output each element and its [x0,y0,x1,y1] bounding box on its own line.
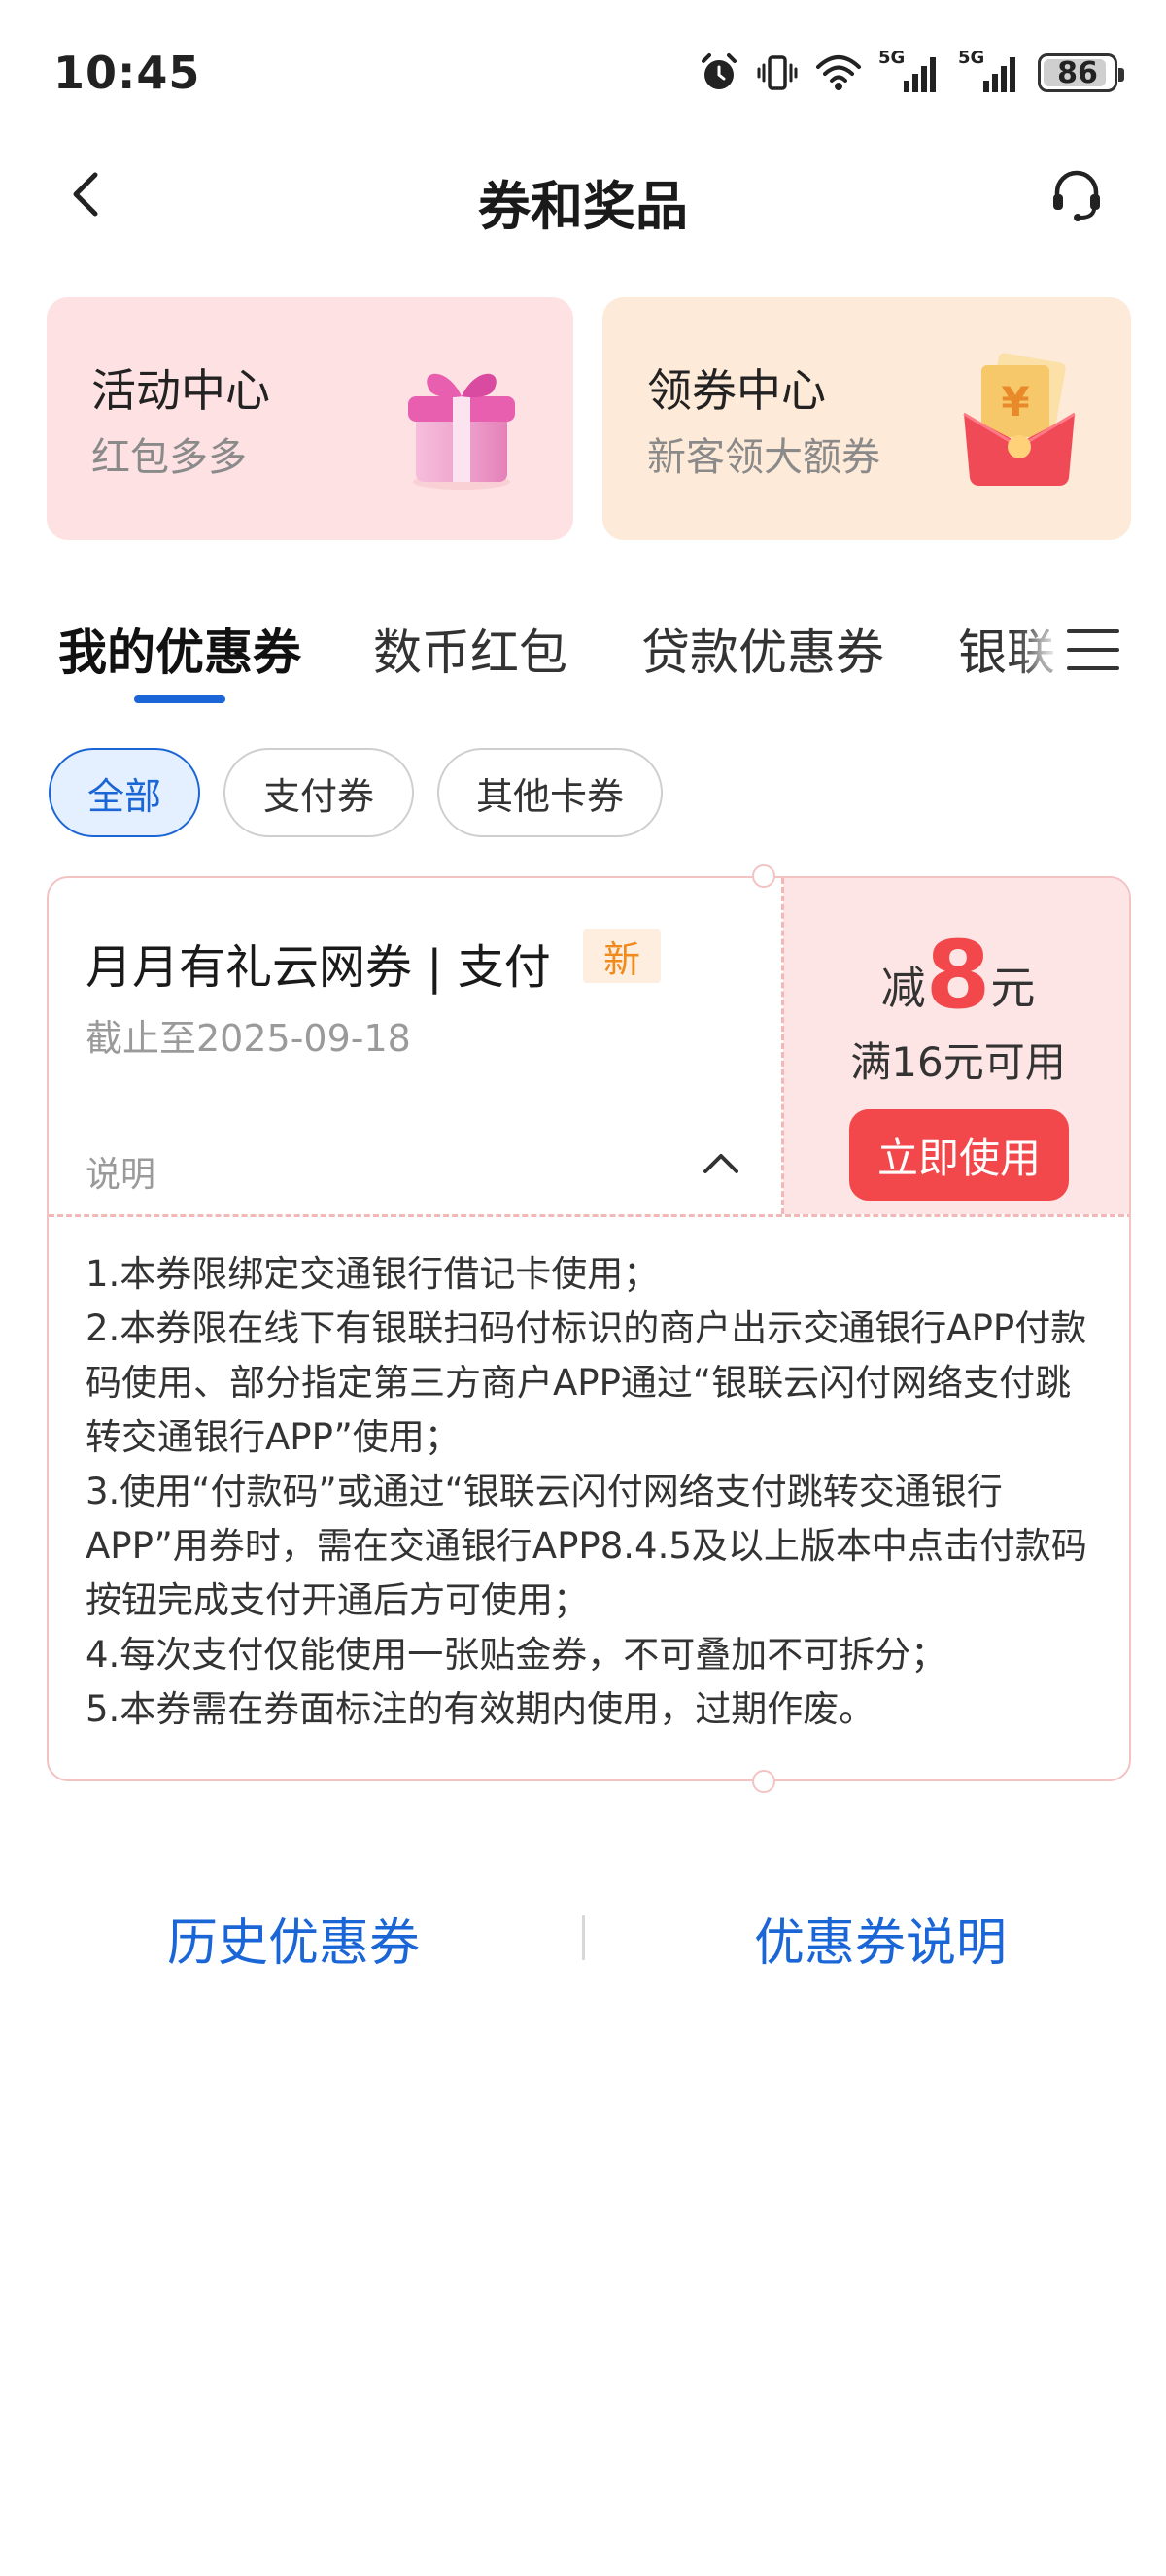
coupon-expiry: 截止至2025-09-18 [86,1017,411,1060]
active-tab-indicator [134,695,225,703]
status-bar: 10:45 5G 5G 86 [0,0,1166,146]
battery-icon: 86 [1038,53,1124,92]
amount-value: 8 [925,921,991,1030]
coupon-name: 月月有礼云网券 | 支付 [86,940,551,995]
coupon-condition: 满16元可用 [850,1038,1066,1086]
filter-payment-coupons[interactable]: 支付券 [223,748,414,837]
signal-icon: 5G [958,48,1022,94]
entry-title: 活动中心 [91,364,270,417]
new-badge: 新 [583,929,661,983]
coupon-tabs: 我的优惠券 数币红包 贷款优惠券 银联 [0,593,1166,709]
entry-subtitle: 红包多多 [91,435,247,480]
tab-unionpay[interactable]: 银联 [958,614,1055,684]
svg-text:¥: ¥ [1001,378,1029,425]
activity-center-card[interactable]: 活动中心 红包多多 [47,297,573,540]
tab-loan-coupons[interactable]: 贷款优惠券 [641,614,884,684]
gift-box-icon [408,373,515,490]
rule-item: 4.每次支付仅能使用一张贴金券，不可叠加不可拆分； [86,1634,947,1676]
coupon-rules: 1.本券限绑定交通银行借记卡使用； 2.本券限在线下有银联扫码付标识的商户出示交… [86,1247,1106,1737]
divider [582,1915,585,1960]
chevron-up-icon[interactable] [698,1140,744,1187]
description-label[interactable]: 说明 [86,1146,155,1197]
amount-prefix: 减 [880,962,926,1014]
coupon-card: 月月有礼云网券 | 支付 新 截止至2025-09-18 说明 减8元 满16元… [47,876,1131,1781]
use-now-button[interactable]: 立即使用 [849,1109,1069,1201]
menu-icon[interactable] [1065,622,1121,678]
coupon-notch [752,864,775,888]
coupon-amount: 减8元 [783,921,1129,1030]
page-title: 券和奖品 [478,176,688,237]
rule-item: 3.使用“付款码”或通过“银联云闪付网络支付跳转交通银行APP”用券时，需在交通… [86,1471,1087,1621]
filter-other-coupons[interactable]: 其他卡券 [437,748,663,837]
status-icons: 5G 5G 86 [698,48,1124,95]
wifi-icon [816,55,861,90]
battery-level: 86 [1057,55,1098,90]
tab-my-coupons[interactable]: 我的优惠券 [58,614,301,684]
status-time: 10:45 [53,47,201,99]
headset-icon[interactable] [1046,163,1108,225]
vibrate-icon [757,55,798,90]
red-envelope-icon: ¥ [963,353,1076,486]
tab-digital-red-packets[interactable]: 数币红包 [373,614,567,684]
rule-item: 5.本券需在券面标注的有效期内使用，过期作废。 [86,1688,875,1730]
coupon-notch [752,1770,775,1793]
history-coupons-link[interactable]: 历史优惠券 [167,1902,420,1975]
rule-item: 2.本券限在线下有银联扫码付标识的商户出示交通银行APP付款码使用、部分指定第三… [86,1307,1087,1458]
coupon-center-card[interactable]: 领券中心 新客领大额券 ¥ [602,297,1131,540]
coupon-divider [49,1214,1129,1217]
bottom-links: 历史优惠券 优惠券说明 [0,1884,1166,1982]
entry-title: 领券中心 [647,364,826,417]
entry-subtitle: 新客领大额券 [647,435,880,480]
nav-bar: 券和奖品 [0,146,1166,243]
filter-all[interactable]: 全部 [49,748,200,837]
coupon-explain-link[interactable]: 优惠券说明 [754,1902,1007,1975]
amount-unit: 元 [990,962,1036,1014]
alarm-icon [702,53,737,89]
rule-item: 1.本券限绑定交通银行借记卡使用； [86,1253,660,1295]
signal-icon: 5G [878,48,943,94]
